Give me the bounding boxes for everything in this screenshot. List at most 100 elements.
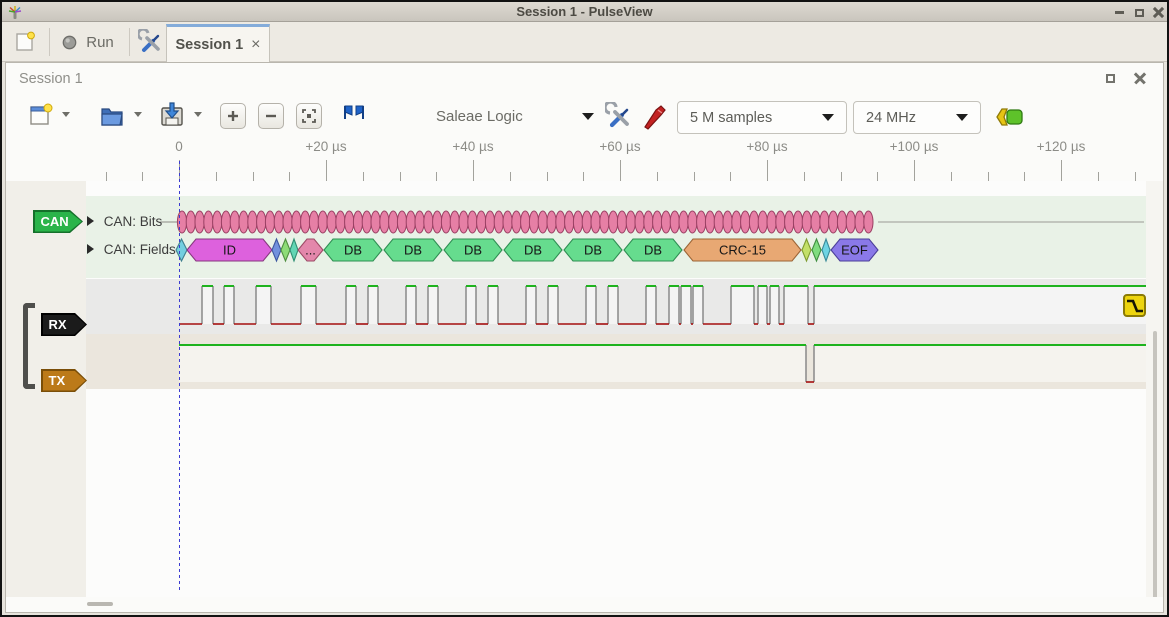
save-icon	[158, 101, 186, 129]
zoom-fit-icon	[301, 108, 317, 124]
dock-restore-button[interactable]	[1101, 69, 1119, 87]
device-dropdown[interactable]	[582, 113, 594, 120]
open-button[interactable]	[98, 101, 126, 134]
can-bit-annotation	[318, 211, 327, 233]
trigger-falling-edge-marker[interactable]	[1123, 294, 1146, 317]
dock-title: Session 1	[19, 71, 83, 87]
expand-arrow-icon[interactable]	[87, 244, 94, 254]
sample-count-select[interactable]: 5 M samples	[677, 101, 847, 134]
tx-tag-label: TX	[49, 373, 66, 388]
can-field-flag	[272, 239, 281, 261]
tab-label: Session 1	[175, 37, 243, 53]
ruler-tick	[988, 172, 989, 181]
close-button[interactable]	[1150, 6, 1166, 19]
save-button[interactable]	[158, 101, 186, 134]
can-field-flag	[822, 239, 830, 261]
rx-channel-tag[interactable]: RX	[41, 313, 87, 336]
settings-button[interactable]	[135, 27, 167, 57]
open-dropdown[interactable]	[134, 112, 142, 117]
can-bit-annotation	[758, 211, 767, 233]
main-toolbar: Run Session 1 ×	[2, 22, 1167, 62]
time-cursor-line[interactable]	[179, 161, 180, 593]
horizontal-scrollbar[interactable]	[87, 602, 113, 606]
tx-channel-tag[interactable]: TX	[41, 369, 87, 392]
can-bit-annotation	[538, 211, 547, 233]
can-field-label: ...	[305, 243, 316, 258]
can-bit-annotation	[406, 211, 415, 233]
ruler-tick	[400, 172, 401, 181]
bottom-scroll-area	[6, 597, 1163, 612]
can-field-flag	[176, 239, 187, 261]
zoom-out-button[interactable]	[258, 103, 284, 129]
can-bit-annotation	[688, 211, 697, 233]
can-bit-annotation	[248, 211, 257, 233]
vertical-scrollbar[interactable]	[1153, 331, 1157, 601]
channel-group-bracket	[23, 303, 35, 389]
ruler-tick	[216, 172, 217, 181]
tab-close-button[interactable]: ×	[251, 37, 260, 53]
can-bit-annotation	[793, 211, 802, 233]
run-button[interactable]: Run	[58, 27, 118, 57]
probe-icon	[642, 102, 668, 130]
can-bit-annotation	[864, 211, 873, 233]
ruler-tick	[583, 172, 584, 181]
can-bit-annotation	[617, 211, 626, 233]
ruler-tick	[1135, 172, 1136, 181]
expand-arrow-icon[interactable]	[87, 216, 94, 226]
new-session-button[interactable]	[10, 27, 42, 57]
can-bit-annotation	[336, 211, 345, 233]
configure-wrench-icon	[605, 102, 633, 130]
ruler-tick	[914, 160, 915, 181]
ruler-tick	[694, 172, 695, 181]
new-file-button[interactable]	[28, 102, 54, 133]
row-label-can-bits[interactable]: CAN: Bits	[87, 214, 162, 229]
minimize-button[interactable]	[1111, 6, 1127, 19]
can-bit-annotation	[582, 211, 591, 233]
can-bit-annotation	[556, 211, 565, 233]
save-dropdown[interactable]	[194, 112, 202, 117]
ruler-tick	[106, 172, 107, 181]
show-cursors-button[interactable]	[340, 103, 368, 134]
channels-button[interactable]	[642, 102, 668, 135]
sample-rate-value: 24 MHz	[866, 110, 916, 126]
can-bit-annotation	[802, 211, 811, 233]
dock-close-button[interactable]	[1131, 69, 1149, 87]
zoom-in-button[interactable]	[220, 103, 246, 129]
can-bit-annotation	[512, 211, 521, 233]
trace-canvas: ID...DBDBDBDBDBDBCRC-15EOF	[86, 181, 1146, 597]
can-bit-annotation	[459, 211, 468, 233]
can-bit-annotation	[353, 211, 362, 233]
window-title: Session 1 - PulseView	[2, 4, 1167, 19]
maximize-button[interactable]	[1131, 6, 1147, 19]
new-file-dropdown[interactable]	[62, 112, 70, 117]
can-bit-annotation	[283, 211, 292, 233]
can-decoder-tag[interactable]: CAN	[33, 210, 83, 233]
toolbar-separator	[49, 28, 50, 56]
ruler-tick	[767, 160, 768, 181]
ruler-tick	[142, 172, 143, 181]
can-bit-annotation	[239, 211, 248, 233]
sample-rate-select[interactable]: 24 MHz	[853, 101, 981, 134]
can-field-label: DB	[404, 243, 422, 258]
configure-device-button[interactable]	[605, 102, 633, 135]
can-bit-annotation	[494, 211, 503, 233]
add-decoder-button[interactable]	[994, 107, 1026, 132]
can-field-flag	[281, 239, 290, 261]
device-selector[interactable]: Saleae Logic	[436, 108, 523, 126]
ruler-tick	[730, 172, 731, 181]
ruler-tick	[1061, 160, 1062, 181]
chevron-down-icon	[822, 114, 834, 121]
device-name: Saleae Logic	[436, 108, 523, 125]
can-bit-annotation	[204, 211, 213, 233]
row-label-can-fields[interactable]: CAN: Fields	[87, 242, 176, 257]
ruler-label: +100 µs	[890, 139, 939, 154]
ruler-tick	[1098, 172, 1099, 181]
tab-session-1[interactable]: Session 1 ×	[166, 24, 270, 62]
can-field-label: DB	[344, 243, 362, 258]
can-bit-annotation	[573, 211, 582, 233]
can-bit-annotation	[389, 211, 398, 233]
ruler-tick	[877, 172, 878, 181]
ruler-tick	[326, 160, 327, 181]
can-field-label: CRC-15	[719, 243, 766, 258]
zoom-fit-button[interactable]	[296, 103, 322, 129]
